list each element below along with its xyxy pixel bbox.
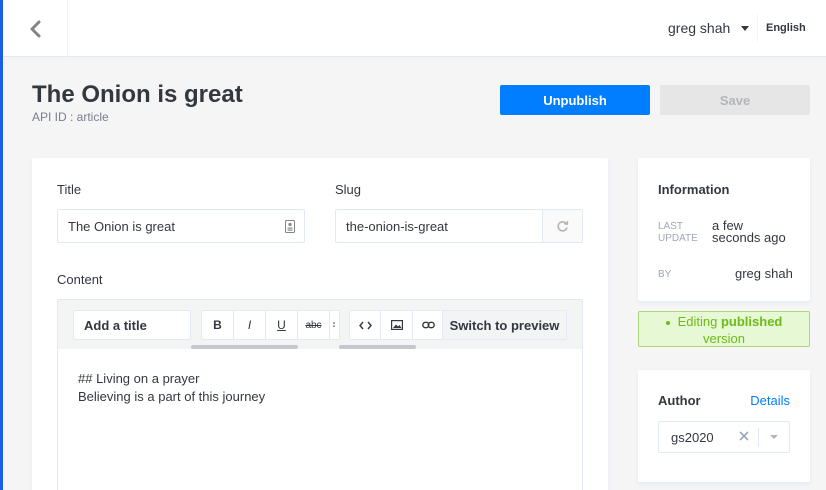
- regenerate-slug-button[interactable]: [542, 210, 582, 242]
- wysiwyg-editor: Add a title B I U abc Switch to preview …: [57, 299, 583, 490]
- divider: [757, 14, 758, 42]
- slug-field[interactable]: the-onion-is-great: [335, 209, 583, 243]
- status-suffix: version: [703, 331, 745, 346]
- by-key: BY: [658, 269, 672, 280]
- strikethrough-button[interactable]: abc: [298, 311, 330, 339]
- title-field-icon-box: [276, 210, 304, 242]
- switch-to-preview-button[interactable]: Switch to preview: [442, 310, 567, 340]
- close-icon: [739, 431, 749, 441]
- toolbar-scrollbar[interactable]: [191, 345, 298, 349]
- divider: [758, 428, 759, 447]
- author-label: Author: [658, 393, 701, 408]
- publication-status-badge: Editing published version: [638, 311, 810, 347]
- title-label: Title: [57, 182, 82, 197]
- last-update-key-line: UPDATE: [658, 233, 698, 244]
- code-block-button[interactable]: [350, 311, 382, 339]
- top-bar: greg shah English: [3, 0, 826, 57]
- back-button[interactable]: [3, 0, 68, 57]
- image-icon: [390, 320, 403, 330]
- chevron-down-icon[interactable]: [770, 435, 778, 439]
- refresh-icon: [557, 220, 569, 232]
- api-id: API ID : article: [32, 110, 109, 124]
- editor-line: ## Living on a prayer: [78, 371, 200, 386]
- last-update-key: LAST UPDATE: [658, 221, 698, 245]
- insert-link-button[interactable]: [413, 311, 444, 339]
- editor-content[interactable]: ## Living on a prayer Believing is a par…: [78, 370, 265, 406]
- page-title: The Onion is great: [32, 81, 243, 108]
- left-accent-bar: [0, 0, 3, 490]
- user-menu[interactable]: greg shah: [668, 20, 750, 36]
- ellipsis-icon: [333, 322, 335, 327]
- user-name: greg shah: [668, 20, 731, 36]
- slug-value: the-onion-is-great: [346, 218, 448, 234]
- author-card: Author Details gs2020: [638, 370, 810, 482]
- save-button[interactable]: Save: [660, 85, 810, 115]
- status-prefix: Editing: [677, 314, 721, 329]
- format-button-group: B I U abc: [201, 310, 340, 340]
- caret-down-icon: [741, 25, 750, 31]
- content-label: Content: [57, 272, 103, 287]
- link-icon: [421, 321, 435, 329]
- last-update-key-line: LAST: [658, 221, 684, 232]
- author-select[interactable]: gs2020: [658, 421, 790, 453]
- italic-button[interactable]: I: [234, 311, 266, 339]
- chevron-left-icon: [30, 20, 41, 37]
- information-card: Information LAST UPDATE a few seconds ag…: [638, 158, 810, 301]
- toolbar-scrollbar[interactable]: [339, 345, 416, 349]
- editor-toolbar: Add a title B I U abc Switch to preview: [58, 300, 582, 349]
- insert-image-button[interactable]: [381, 311, 413, 339]
- clear-selection-button[interactable]: [737, 429, 751, 446]
- title-value: The Onion is great: [68, 218, 175, 234]
- more-formats-button[interactable]: [330, 311, 338, 339]
- underline-button[interactable]: U: [266, 311, 298, 339]
- last-update-value: a few seconds ago: [712, 219, 786, 245]
- unpublish-button[interactable]: Unpublish: [500, 85, 650, 115]
- author-selected-value: gs2020: [671, 429, 714, 445]
- by-value: greg shah: [735, 266, 793, 281]
- author-details-link[interactable]: Details: [750, 393, 790, 408]
- code-icon: [358, 321, 372, 329]
- insert-button-group: [349, 310, 445, 340]
- editor-line: Believing is a part of this journey: [78, 389, 266, 404]
- slug-label: Slug: [335, 182, 362, 197]
- information-title: Information: [658, 182, 730, 197]
- language-selector[interactable]: English: [766, 22, 806, 34]
- add-title-dropdown[interactable]: Add a title: [73, 310, 191, 340]
- status-highlight: published: [720, 314, 783, 329]
- edit-form-card: Title The Onion is great Slug the-onion-…: [32, 158, 608, 490]
- title-field[interactable]: The Onion is great: [57, 209, 305, 243]
- status-dot-icon: [665, 320, 670, 325]
- contact-card-icon: [285, 219, 295, 233]
- last-update-value-line: seconds ago: [712, 230, 786, 245]
- bold-button[interactable]: B: [202, 311, 234, 339]
